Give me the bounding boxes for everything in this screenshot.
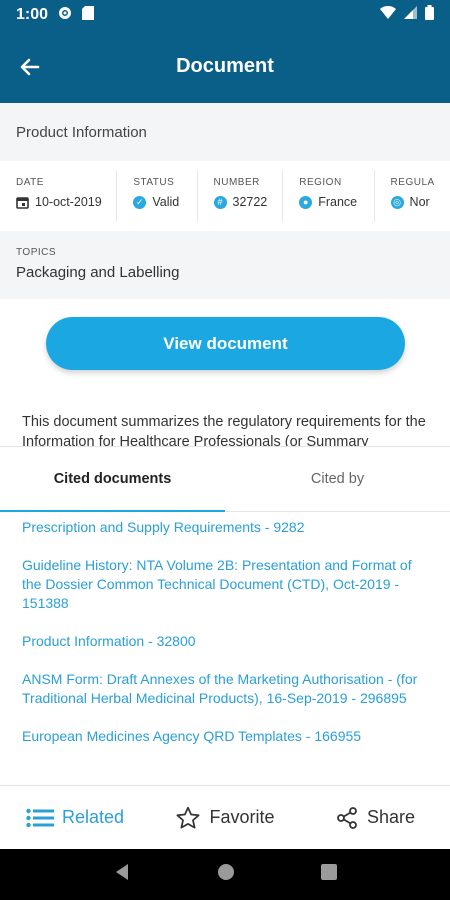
share-label: Share xyxy=(366,807,416,827)
meta-date: DATE 10-oct-2019 xyxy=(0,170,118,222)
topics-label: TOPICS xyxy=(16,247,57,258)
meta-status: STATUS ✓ Valid xyxy=(117,170,198,222)
tabs: Cited documents Cited by xyxy=(0,446,450,512)
meta-regulatory-label: REGULA xyxy=(390,177,435,188)
bottom-nav: Related Favorite Share xyxy=(0,785,450,849)
share-button[interactable]: Share xyxy=(300,806,450,830)
meta-regulatory: REGULA ◎ Nor xyxy=(375,170,450,222)
related-button[interactable]: Related xyxy=(0,807,150,828)
list-icon xyxy=(26,808,54,827)
calendar-icon xyxy=(16,196,29,209)
document-description: This document summarizes the regulatory … xyxy=(22,414,426,446)
wifi-icon xyxy=(380,5,396,24)
meta-region-label: REGION xyxy=(299,177,342,188)
circle-home-icon xyxy=(218,864,234,880)
meta-number-value: 32722 xyxy=(232,195,268,209)
system-home-button[interactable] xyxy=(217,863,235,886)
list-item[interactable]: ANSM Form: Draft Annexes of the Marketin… xyxy=(22,670,428,708)
status-bar: 1:00 xyxy=(0,0,450,30)
back-button[interactable] xyxy=(12,50,46,84)
view-document-button[interactable]: View document xyxy=(46,317,405,370)
system-recents-button[interactable] xyxy=(321,864,337,885)
product-info-label: Product Information xyxy=(16,123,147,141)
app-bar: Document xyxy=(0,30,450,103)
meta-row: DATE 10-oct-2019 STATUS ✓ Valid NUMBER #… xyxy=(0,161,450,231)
tab-cited-by[interactable]: Cited by xyxy=(225,447,450,512)
square-recents-icon xyxy=(321,864,337,880)
meta-date-value: 10-oct-2019 xyxy=(35,195,102,209)
number-icon: # xyxy=(213,195,227,209)
meta-regulatory-value: Nor xyxy=(409,195,430,209)
system-back-button[interactable] xyxy=(113,863,131,886)
location-pin-icon: ● xyxy=(299,195,313,209)
check-circle-icon: ✓ xyxy=(133,195,147,209)
list-item[interactable]: Prescription and Supply Requirements - 9… xyxy=(22,518,428,537)
product-info-header: Product Information xyxy=(0,103,450,161)
page-title: Document xyxy=(176,55,274,77)
sd-card-icon xyxy=(82,5,95,25)
battery-icon xyxy=(425,5,434,25)
favorite-label: Favorite xyxy=(209,807,275,827)
status-time: 1:00 xyxy=(16,6,49,23)
star-icon xyxy=(177,806,200,829)
share-icon xyxy=(337,806,357,829)
meta-number-label: NUMBER xyxy=(213,177,260,188)
list-item[interactable]: Guideline History: NTA Volume 2B: Presen… xyxy=(22,556,428,613)
meta-status-value: Valid xyxy=(152,195,180,209)
meta-number: NUMBER # 32722 xyxy=(198,170,284,222)
meta-status-label: STATUS xyxy=(133,177,175,188)
settings-icon xyxy=(58,6,72,25)
meta-region-value: France xyxy=(318,195,358,209)
meta-region: REGION ● France xyxy=(283,170,375,222)
list-item[interactable]: Product Information - 32800 xyxy=(22,632,428,651)
topics-value: Packaging and Labelling xyxy=(16,264,180,281)
topics-section: TOPICS Packaging and Labelling xyxy=(0,231,450,299)
tab-cited-documents[interactable]: Cited documents xyxy=(0,447,225,512)
arrow-left-icon xyxy=(20,58,40,75)
regulatory-icon: ◎ xyxy=(390,195,404,209)
signal-icon xyxy=(404,6,417,24)
system-nav-bar xyxy=(0,849,450,900)
list-item[interactable]: European Medicines Agency QRD Templates … xyxy=(22,727,428,746)
cited-documents-list: Prescription and Supply Requirements - 9… xyxy=(0,518,450,784)
favorite-button[interactable]: Favorite xyxy=(150,805,300,831)
triangle-back-icon xyxy=(116,864,128,880)
meta-date-label: DATE xyxy=(16,177,44,188)
related-label: Related xyxy=(61,807,125,827)
